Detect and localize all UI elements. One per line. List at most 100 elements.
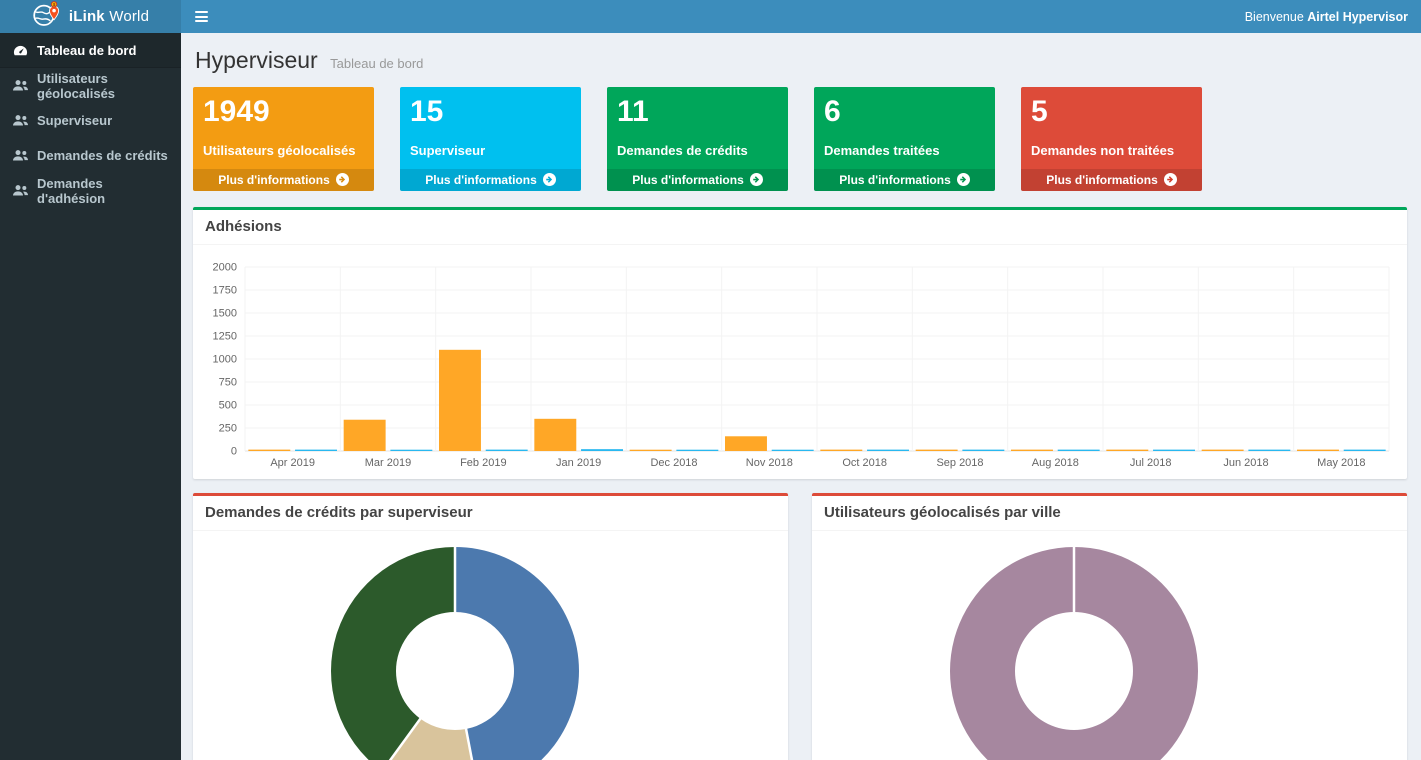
more-info-link[interactable]: Plus d'informations bbox=[193, 169, 374, 191]
x-tick-label: Dec 2018 bbox=[650, 457, 697, 469]
arrow-circle-right-icon bbox=[543, 173, 556, 186]
panel-title: Adhésions bbox=[193, 210, 1407, 245]
stat-value: 11 bbox=[617, 95, 778, 130]
sidebar-item-superviseur[interactable]: Superviseur bbox=[0, 103, 181, 138]
sidebar-item-demandes-adhesion[interactable]: Demandes d'adhésion bbox=[0, 173, 181, 208]
more-info-link[interactable]: Plus d'informations bbox=[1021, 169, 1202, 191]
villes-donut-chart[interactable] bbox=[812, 531, 1407, 760]
y-tick-label: 1500 bbox=[213, 307, 237, 319]
bar[interactable] bbox=[390, 449, 432, 450]
bar[interactable] bbox=[1202, 449, 1244, 450]
sidebar-item-utilisateurs-geolocalises[interactable]: Utilisateurs géolocalisés bbox=[0, 68, 181, 103]
bar[interactable] bbox=[534, 418, 576, 450]
sidebar-item-demandes-de-credits[interactable]: Demandes de crédits bbox=[0, 138, 181, 173]
arrow-circle-right-icon bbox=[750, 173, 763, 186]
navbar: Bienvenue Airtel Hypervisor bbox=[181, 0, 1421, 33]
main-content: Hyperviseur Tableau de bord 1949 Utilisa… bbox=[181, 33, 1421, 760]
stat-value: 5 bbox=[1031, 95, 1192, 130]
bar[interactable] bbox=[1106, 449, 1148, 450]
donut-chart-svg bbox=[203, 539, 763, 760]
bar[interactable] bbox=[772, 449, 814, 450]
credits-donut-chart[interactable] bbox=[193, 531, 788, 760]
arrow-circle-right-icon bbox=[957, 173, 970, 186]
x-tick-label: Feb 2019 bbox=[460, 457, 506, 469]
bar[interactable] bbox=[486, 449, 528, 450]
bar[interactable] bbox=[1248, 449, 1290, 450]
x-tick-label: Oct 2018 bbox=[842, 457, 887, 469]
bar[interactable] bbox=[248, 449, 290, 450]
adhesions-bar-chart[interactable]: 025050075010001250150017502000Apr 2019Ma… bbox=[193, 245, 1407, 479]
brand-logo[interactable]: $ iLink World bbox=[0, 0, 181, 33]
bar[interactable] bbox=[820, 449, 862, 450]
x-tick-label: Mar 2019 bbox=[365, 457, 411, 469]
page-title: Hyperviseur bbox=[195, 47, 318, 73]
bar[interactable] bbox=[1058, 449, 1100, 450]
content-header: Hyperviseur Tableau de bord bbox=[193, 41, 1407, 87]
stat-label: Demandes de crédits bbox=[617, 143, 778, 158]
dashboard-icon bbox=[13, 43, 28, 58]
sidebar-item-tableau-de-bord[interactable]: Tableau de bord bbox=[0, 33, 181, 68]
y-tick-label: 750 bbox=[219, 376, 237, 388]
panel-title: Demandes de crédits par superviseur bbox=[193, 496, 788, 531]
x-tick-label: Jun 2018 bbox=[1223, 457, 1268, 469]
more-info-link[interactable]: Plus d'informations bbox=[814, 169, 995, 191]
arrow-circle-right-icon bbox=[1164, 173, 1177, 186]
welcome-user-menu[interactable]: Bienvenue Airtel Hypervisor bbox=[1245, 10, 1421, 24]
stat-label: Superviseur bbox=[410, 143, 571, 158]
bar[interactable] bbox=[867, 449, 909, 450]
more-info-link[interactable]: Plus d'informations bbox=[607, 169, 788, 191]
x-tick-label: Nov 2018 bbox=[746, 457, 793, 469]
sidebar-toggle-button[interactable] bbox=[181, 0, 222, 33]
credits-par-superviseur-panel: Demandes de crédits par superviseur bbox=[193, 493, 788, 760]
donut-chart-svg bbox=[822, 539, 1382, 760]
y-tick-label: 2000 bbox=[213, 261, 237, 273]
bar[interactable] bbox=[1011, 449, 1053, 450]
users-icon bbox=[13, 149, 28, 162]
bar[interactable] bbox=[295, 449, 337, 450]
users-icon bbox=[13, 79, 28, 92]
stat-value: 15 bbox=[410, 95, 571, 130]
x-tick-label: Aug 2018 bbox=[1032, 457, 1079, 469]
stat-value: 1949 bbox=[203, 95, 364, 130]
y-tick-label: 500 bbox=[219, 399, 237, 411]
bar[interactable] bbox=[1344, 449, 1386, 450]
x-tick-label: Jul 2018 bbox=[1130, 457, 1172, 469]
x-tick-label: Jan 2019 bbox=[556, 457, 601, 469]
donut-slice[interactable] bbox=[455, 547, 579, 760]
bar-chart-svg: 025050075010001250150017502000Apr 2019Ma… bbox=[203, 253, 1393, 473]
bar[interactable] bbox=[344, 419, 386, 450]
y-tick-label: 1250 bbox=[213, 330, 237, 342]
bar[interactable] bbox=[962, 449, 1004, 450]
more-info-link[interactable]: Plus d'informations bbox=[400, 169, 581, 191]
sidebar-item-label: Demandes de crédits bbox=[37, 148, 168, 163]
stat-card-utilisateurs-geolocalises: 1949 Utilisateurs géolocalisés Plus d'in… bbox=[193, 87, 374, 191]
utilisateurs-par-ville-panel: Utilisateurs géolocalisés par ville bbox=[812, 493, 1407, 760]
stat-value: 6 bbox=[824, 95, 985, 130]
y-tick-label: 1000 bbox=[213, 353, 237, 365]
stat-label: Utilisateurs géolocalisés bbox=[203, 143, 364, 158]
stat-card-demandes-traitees: 6 Demandes traitées Plus d'informations bbox=[814, 87, 995, 191]
bar[interactable] bbox=[676, 449, 718, 450]
welcome-username: Airtel Hypervisor bbox=[1307, 10, 1408, 24]
sidebar: Tableau de bord Utilisateurs géolocalisé… bbox=[0, 33, 181, 760]
stat-label: Demandes traitées bbox=[824, 143, 985, 158]
bar[interactable] bbox=[1297, 449, 1339, 450]
x-tick-label: May 2018 bbox=[1317, 457, 1365, 469]
y-tick-label: 0 bbox=[231, 445, 237, 457]
sidebar-item-label: Utilisateurs géolocalisés bbox=[37, 71, 173, 101]
bar[interactable] bbox=[725, 436, 767, 451]
stat-card-demandes-de-credits: 11 Demandes de crédits Plus d'informatio… bbox=[607, 87, 788, 191]
bar[interactable] bbox=[439, 349, 481, 450]
welcome-prefix: Bienvenue bbox=[1245, 10, 1304, 24]
top-navbar: $ iLink World Bienvenue Airtel Hyperviso… bbox=[0, 0, 1421, 33]
bar[interactable] bbox=[581, 449, 623, 451]
sidebar-item-label: Demandes d'adhésion bbox=[37, 176, 173, 206]
bar[interactable] bbox=[630, 449, 672, 450]
stat-cards-row: 1949 Utilisateurs géolocalisés Plus d'in… bbox=[193, 87, 1407, 191]
hamburger-icon bbox=[195, 11, 208, 13]
bar[interactable] bbox=[916, 449, 958, 450]
arrow-circle-right-icon bbox=[336, 173, 349, 186]
brand-name: iLink World bbox=[69, 8, 149, 25]
bar[interactable] bbox=[1153, 449, 1195, 450]
stat-card-superviseur: 15 Superviseur Plus d'informations bbox=[400, 87, 581, 191]
